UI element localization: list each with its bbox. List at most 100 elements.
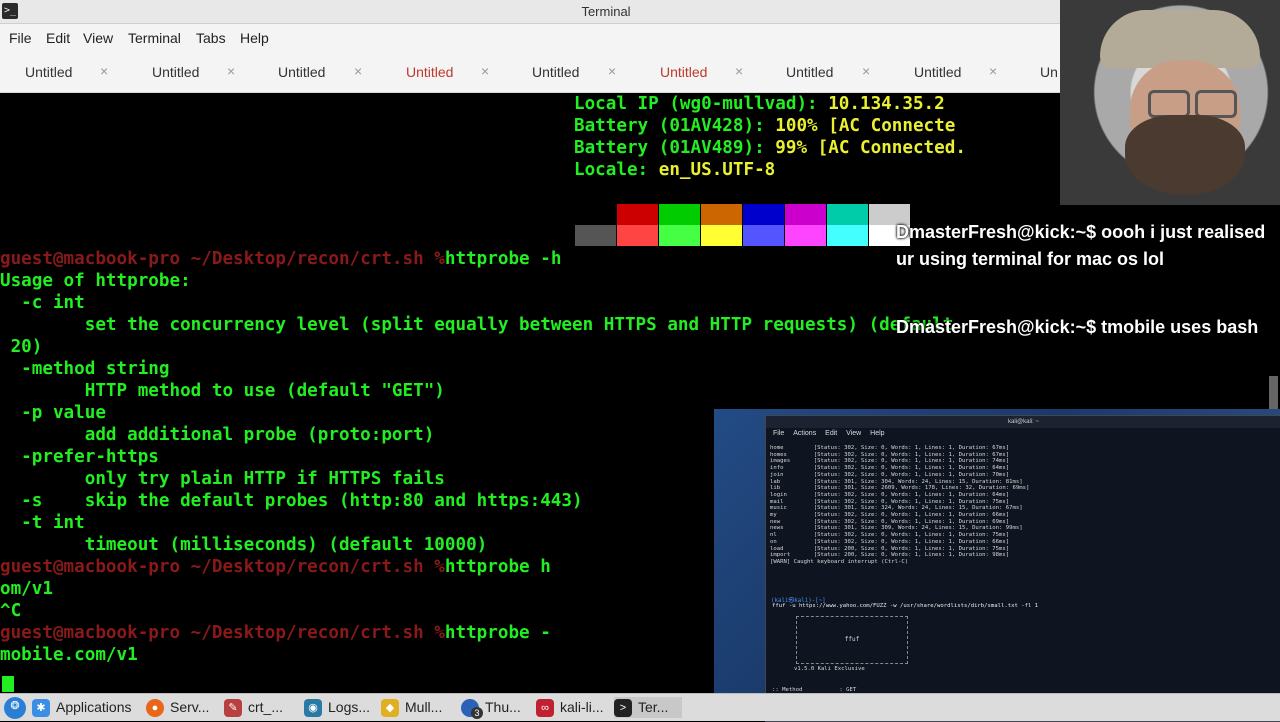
palette-swatch-bottom [701,225,742,246]
task-label: Serv... [170,699,210,715]
tab-label: Untitled [914,64,962,80]
tab-close-icon[interactable]: × [989,63,997,79]
tab-5[interactable]: Untitled × [508,52,634,92]
chat-text: tmobile uses bash [1101,317,1259,337]
menu-terminal[interactable]: Terminal [128,30,181,46]
taskbar-mullvad[interactable]: ◆ Mull... [381,697,442,718]
usage-line: HTTP method to use (default "GET") [0,381,445,401]
kali-menu-edit[interactable]: Edit [825,430,837,437]
task-label: Ter... [638,699,669,715]
kali-output-line: load [Status: 200, Size: 0, Words: 1, Li… [770,545,1010,552]
neofetch-line: Battery (01AV489): 99% [AC Connected. [574,138,966,158]
neofetch-line: Local IP (wg0-mullvad): 10.134.35.2 [574,94,945,114]
command-wrap: om/v1 [0,579,53,599]
tab-close-icon[interactable]: × [735,63,743,79]
tab-8[interactable]: Untitled × [889,52,1015,92]
kali-menu-help[interactable]: Help [870,430,884,437]
palette-swatch-top [827,204,868,225]
command-wrap: mobile.com/v1 [0,645,138,665]
kali-menu-file[interactable]: File [773,430,784,437]
mullvad-icon: ◆ [381,699,399,718]
taskbar-firefox[interactable]: ● Serv... [146,697,209,718]
usage-line: timeout (milliseconds) (default 10000) [0,535,488,555]
tab-close-icon[interactable]: × [100,63,108,79]
kali-output-line: on [Status: 302, Size: 0, Words: 1, Line… [770,538,1010,545]
tab-2[interactable]: Untitled × [127,52,253,92]
tab-close-icon[interactable]: × [481,63,489,79]
menu-view[interactable]: View [83,30,113,46]
usage-line: -prefer-https [0,447,159,467]
task-label: Mull... [405,699,443,715]
prompt-line: guest@macbook-pro ~/Desktop/recon/crt.sh… [0,249,562,269]
taskbar-terminal[interactable]: > Ter... [614,697,683,718]
menu-file[interactable]: File [9,30,32,46]
kali-output-line: music [Status: 301, Size: 324, Words: 24… [770,505,1023,512]
taskbar-thunderbird[interactable]: 3 Thu... [461,697,521,720]
kali-menu-actions[interactable]: Actions [793,430,816,437]
usage-line: only try plain HTTP if HTTPS fails [0,469,445,489]
chat-username: DmasterFresh@kick:~$ [896,317,1097,337]
taskbar-vm[interactable]: ∞ kali-li... [536,697,604,718]
tab-close-icon[interactable]: × [227,63,235,79]
kali-output-line: mail [Status: 302, Size: 0, Words: 1, Li… [770,498,1010,505]
usage-line: add additional probe (proto:port) [0,425,435,445]
taskbar-editor[interactable]: ✎ crt_... [224,697,283,718]
chat-message: DmasterFresh@kick:~$ tmobile uses bash [896,314,1266,341]
menu-help[interactable]: Help [240,30,269,46]
kali-output-line: news [Status: 301, Size: 309, Words: 24,… [770,525,1023,532]
palette-swatch-top [575,204,616,225]
kali-terminal-window[interactable]: kali@kali: ~ File Actions Edit View Help… [765,415,1280,722]
neofetch-line: Locale: en_US.UTF-8 [574,160,776,180]
tab-7[interactable]: Untitled × [762,52,888,92]
menu-edit[interactable]: Edit [46,30,70,46]
text-editor-icon: ✎ [224,699,242,718]
palette-swatch-top [617,204,658,225]
taskbar-logs[interactable]: ◉ Logs... [304,697,370,718]
tab-3[interactable]: Untitled × [254,52,380,92]
kali-output-line: login [Status: 302, Size: 0, Words: 1, L… [770,491,1010,498]
tab-label: Untitled [278,64,326,80]
thunderbird-icon: 3 [461,699,483,720]
kali-output-line: images [Status: 302, Size: 0, Words: 1, … [770,458,1010,465]
ffuf-version: v1.5.0 Kali Exclusive [794,666,865,672]
taskbar: ❂ ✱ Applications ● Serv... ✎ crt_... ◉ Logs..… [0,693,1280,721]
prompt-line: guest@macbook-pro ~/Desktop/recon/crt.sh… [0,623,551,643]
kali-output-line: [WARN] Caught keyboard interrupt (Ctrl-C… [770,558,909,565]
palette-swatch-bottom [617,225,658,246]
palette-swatch-top [701,204,742,225]
tab-6[interactable]: Untitled × [635,52,761,92]
tab-label: Un [1040,64,1058,80]
usage-line: 20) [0,337,43,357]
palette-swatch-top [659,204,700,225]
chat-message: DmasterFresh@kick:~$ oooh i just realise… [896,219,1266,273]
kali-output-line: nl [Status: 302, Size: 0, Words: 1, Line… [770,532,1010,539]
menu-tabs[interactable]: Tabs [196,30,226,46]
distro-logo-icon: ❂ [4,697,26,720]
usage-line: -c int [0,293,85,313]
kali-output-line: info [Status: 302, Size: 0, Words: 1, Li… [770,465,1010,472]
tab-close-icon[interactable]: × [608,63,616,79]
tab-label: Untitled [25,64,73,80]
palette-swatch-bottom [575,225,616,246]
taskbar-applications[interactable]: ❂ ✱ Applications [4,697,132,720]
vm-icon: ∞ [536,699,554,718]
tab-label: Untitled [660,64,708,80]
kali-window-title: kali@kali: ~ [766,416,1280,428]
tab-close-icon[interactable]: × [354,63,362,79]
kali-menu-view[interactable]: View [846,430,861,437]
kali-output-line: my [Status: 302, Size: 0, Words: 1, Line… [770,512,1010,518]
tab-4[interactable]: Untitled × [381,52,507,92]
usage-line: set the concurrency level (split equally… [0,315,954,335]
terminal-scrollbar[interactable] [1269,376,1278,410]
task-label: Logs... [328,699,371,715]
palette-swatch-top [785,204,826,225]
tab-1[interactable]: Untitled × [0,52,126,92]
kali-output-line: new [Status: 302, Size: 0, Words: 1, Lin… [770,518,1010,525]
kali-output-line: import [Status: 200, Size: 0, Words: 1, … [770,552,1010,559]
tab-close-icon[interactable]: × [862,63,870,79]
palette-swatch-bottom [743,225,784,246]
task-label: kali-li... [560,699,604,715]
webcam-beard [1125,115,1245,195]
chat-username: DmasterFresh@kick:~$ [896,222,1097,242]
usage-line: -method string [0,359,170,379]
